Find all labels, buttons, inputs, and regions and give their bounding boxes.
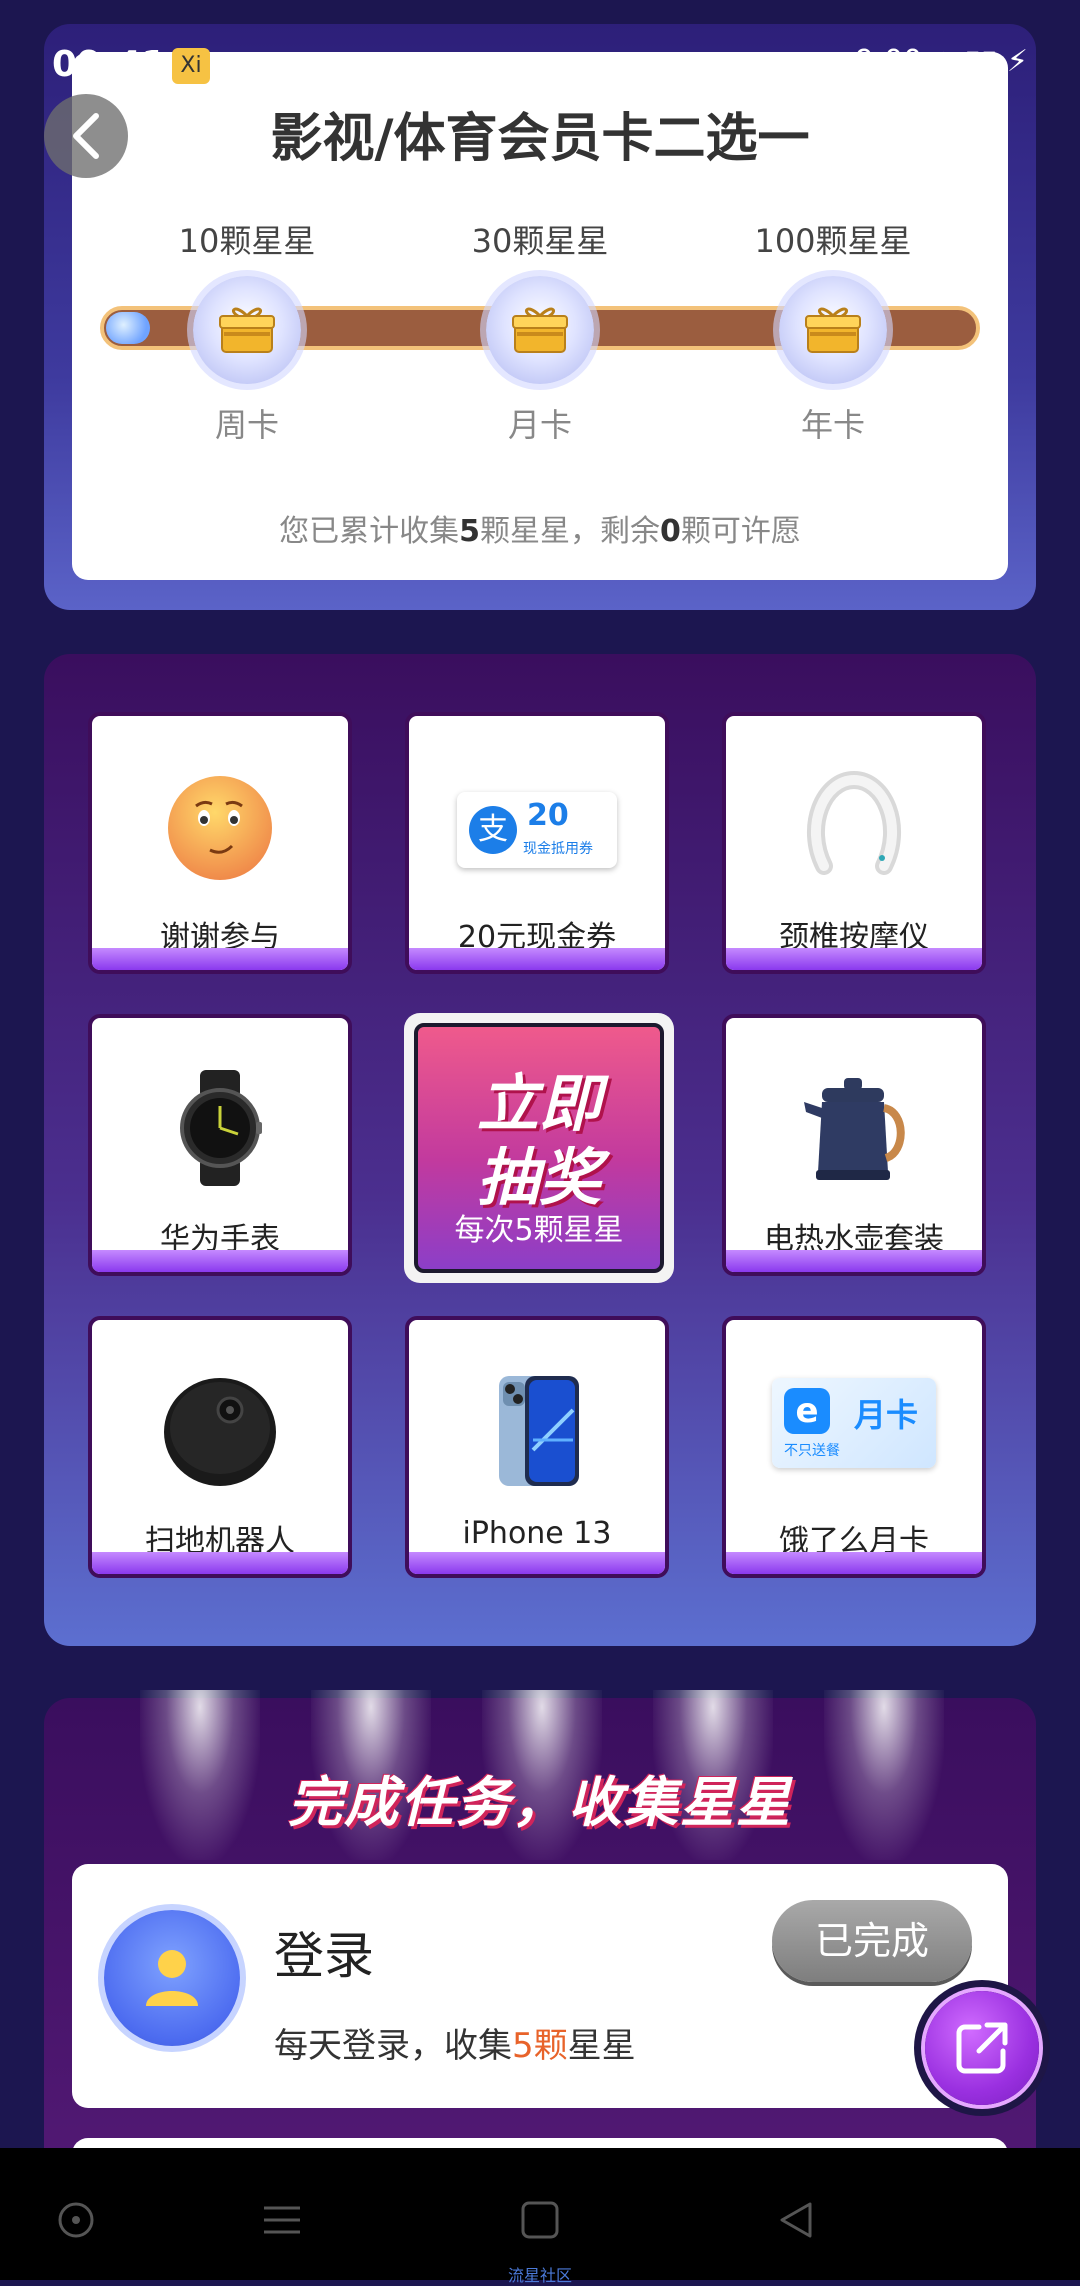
eleme-card-sub: 不只送餐 [784, 1443, 840, 1459]
prize-label: iPhone 13 [462, 1516, 612, 1551]
eleme-card-icon: e 月卡 不只送餐 [772, 1378, 936, 1468]
tile-base [92, 1552, 348, 1574]
star-summary: 您已累计收集5颗星星，剩余0颗可许愿 [72, 506, 1008, 550]
prize-tile: iPhone 13 [405, 1316, 669, 1578]
tile-base [409, 1552, 665, 1574]
square-icon [521, 2201, 559, 2239]
nav-back-button[interactable] [766, 2192, 826, 2248]
tile-base [409, 948, 665, 970]
smartwatch-icon [180, 1070, 262, 1186]
tile-base [726, 1250, 982, 1272]
prize-tile: 支 20 现金抵用券 20元现金券 [405, 712, 669, 974]
tile-base [92, 1250, 348, 1272]
summary-prefix: 您已累计收集 [279, 514, 460, 549]
prize-tile: 华为手表 [88, 1014, 352, 1276]
coupon-logo: 支 [469, 806, 517, 854]
nav-menu-button[interactable] [252, 2192, 312, 2248]
prize-tile: 扫地机器人 [88, 1316, 352, 1578]
draw-line-2: 抽奖 [476, 1141, 601, 1214]
gift-icon [805, 307, 861, 353]
milestone-gift-yearly[interactable] [779, 276, 887, 384]
progress-fill [106, 312, 150, 344]
task-desc-suffix: 星星 [567, 2026, 636, 2066]
neck-massager-icon [807, 770, 901, 875]
milestone-stars-label: 100颗星星 [754, 222, 912, 260]
menu-icon [264, 2206, 300, 2234]
milestone-card-label: 月卡 [507, 406, 572, 444]
kettle-icon [804, 1078, 905, 1180]
user-icon [104, 1910, 240, 2046]
milestone-gift-monthly[interactable] [486, 276, 594, 384]
task-desc-highlight: 5颗 [512, 2026, 568, 2066]
person-icon [146, 1950, 198, 2006]
nav-home-button[interactable] [46, 2192, 106, 2248]
summary-middle: 颗星星，剩余 [480, 514, 660, 549]
milestone-stars-label: 10颗星星 [178, 222, 316, 260]
draw-button[interactable]: 立即 抽奖 每次5颗星星 [404, 1013, 674, 1283]
tile-base [726, 948, 982, 970]
nav-recents-button[interactable] [510, 2192, 570, 2248]
draw-button-face: 立即 抽奖 每次5颗星星 [414, 1023, 664, 1273]
prize-tile: e 月卡 不只送餐 饿了么月卡 [722, 1316, 986, 1578]
coupon-text: 现金抵用券 [523, 841, 593, 857]
page-title: 影视/体育会员卡二选一 [270, 109, 810, 169]
coupon-value: 20 [527, 798, 569, 833]
share-button[interactable] [914, 1980, 1050, 2116]
milestone-stars-label: 30颗星星 [471, 222, 609, 260]
task-title: 登录 [274, 1927, 374, 1985]
circle-dot-icon [58, 2202, 94, 2238]
tile-base [92, 948, 348, 970]
nav-caption: 流星社区 [507, 2266, 572, 2285]
eleme-logo: e [784, 1388, 830, 1434]
iphone-icon [499, 1376, 579, 1486]
eleme-card-text: 月卡 [854, 1396, 919, 1434]
task-desc-prefix: 每天登录，收集 [274, 2026, 512, 2066]
status-indicators: 9:00 ▲ ▮▮ ⚡ [854, 44, 1028, 79]
emoji-icon [168, 776, 272, 880]
status-badge: Xi [172, 48, 210, 84]
tile-base [726, 1552, 982, 1574]
gift-icon [512, 307, 568, 353]
summary-collected: 5 [459, 514, 480, 549]
external-link-icon [956, 2022, 1008, 2074]
summary-remaining: 0 [660, 514, 681, 549]
draw-cost: 每次5颗星星 [454, 1213, 624, 1248]
alipay-coupon-icon: 支 20 现金抵用券 [457, 792, 617, 868]
status-time: 09:41 [52, 44, 167, 85]
milestone-gift-weekly[interactable] [193, 276, 301, 384]
robot-vacuum-icon [164, 1378, 276, 1486]
prize-tile: 颈椎按摩仪 [722, 712, 986, 974]
milestone-card-label: 年卡 [800, 406, 865, 444]
milestone-card-label: 周卡 [214, 406, 279, 444]
task-description: 每天登录，收集5颗星星 [274, 2018, 636, 2067]
prize-tile: 谢谢参与 [88, 712, 352, 974]
triangle-back-icon [780, 2202, 812, 2238]
task-heading: 完成任务，收集星星 [288, 1771, 792, 1834]
summary-suffix: 颗可许愿 [680, 514, 801, 549]
task-completed-button[interactable]: 已完成 [772, 1900, 972, 1982]
gift-icon [219, 307, 275, 353]
prize-tile: 电热水壶套装 [722, 1014, 986, 1276]
share-button-face [925, 1991, 1039, 2105]
